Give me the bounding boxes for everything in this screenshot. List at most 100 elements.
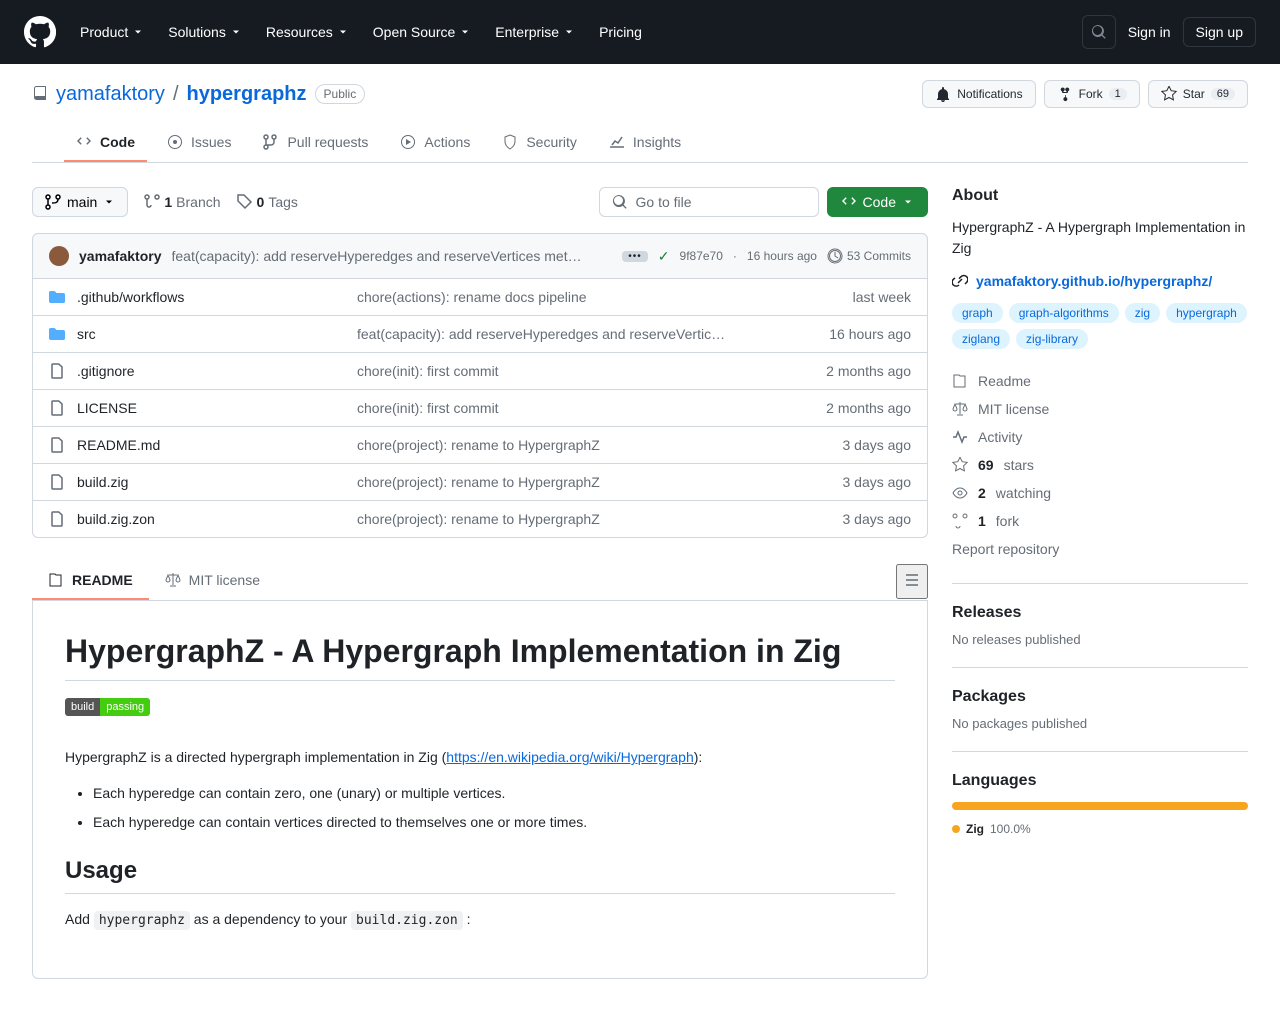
releases-section: Releases No releases published — [952, 583, 1248, 647]
notifications-button[interactable]: Notifications — [922, 80, 1035, 108]
branches-link[interactable]: 1 Branch — [144, 194, 220, 210]
file-commit-msg[interactable]: chore(project): rename to HypergraphZ — [357, 437, 843, 453]
activity-link[interactable]: Activity — [952, 423, 1248, 451]
file-date: 2 months ago — [826, 363, 911, 379]
file-date: 3 days ago — [843, 511, 912, 527]
packages-section: Packages No packages published — [952, 667, 1248, 731]
nav-open-source[interactable]: Open Source — [365, 16, 480, 48]
dir-icon — [49, 326, 65, 342]
topic-tag[interactable]: ziglang — [952, 329, 1010, 349]
file-commit-msg[interactable]: chore(init): first commit — [357, 400, 826, 416]
tab-code[interactable]: Code — [64, 124, 147, 162]
file-name[interactable]: build.zig — [77, 474, 357, 490]
file-table: .github/workflows chore(actions): rename… — [32, 279, 928, 538]
avatar[interactable] — [49, 246, 69, 266]
file-row[interactable]: .gitignore chore(init): first commit 2 m… — [33, 352, 927, 389]
file-name[interactable]: src — [77, 326, 357, 342]
file-name[interactable]: build.zig.zon — [77, 511, 357, 527]
commit-message[interactable]: feat(capacity): add reserveHyperedges an… — [172, 248, 613, 264]
file-icon — [49, 511, 65, 527]
file-date: 2 months ago — [826, 400, 911, 416]
branch-selector[interactable]: main — [32, 187, 128, 217]
star-button[interactable]: Star 69 — [1148, 80, 1248, 108]
usage-heading: Usage — [65, 857, 895, 894]
tab-issues[interactable]: Issues — [155, 124, 243, 162]
commit-ellipsis[interactable]: ••• — [622, 251, 648, 262]
tab-security[interactable]: Security — [490, 124, 589, 162]
file-name[interactable]: .gitignore — [77, 363, 357, 379]
commit-author[interactable]: yamafaktory — [79, 248, 162, 264]
topic-tag[interactable]: graph — [952, 303, 1003, 323]
file-row[interactable]: README.md chore(project): rename to Hype… — [33, 426, 927, 463]
readme-title: HypergraphZ - A Hypergraph Implementatio… — [65, 633, 895, 681]
repo-name-link[interactable]: hypergraphz — [187, 83, 307, 106]
file-row[interactable]: LICENSE chore(init): first commit 2 mont… — [33, 389, 927, 426]
file-name[interactable]: LICENSE — [77, 400, 357, 416]
wikipedia-link[interactable]: https://en.wikipedia.org/wiki/Hypergraph — [446, 749, 693, 765]
sign-up-button[interactable]: Sign up — [1183, 17, 1256, 47]
readme-link[interactable]: Readme — [952, 367, 1248, 395]
report-link[interactable]: Report repository — [952, 535, 1248, 563]
fork-button[interactable]: Fork 1 — [1044, 80, 1140, 108]
code-dropdown-button[interactable]: Code — [827, 187, 928, 217]
file-commit-msg[interactable]: chore(init): first commit — [357, 363, 826, 379]
github-logo[interactable] — [24, 16, 56, 48]
nav-solutions[interactable]: Solutions — [160, 16, 250, 48]
file-row[interactable]: build.zig chore(project): rename to Hype… — [33, 463, 927, 500]
file-date: 3 days ago — [843, 474, 912, 490]
commit-time: 16 hours ago — [747, 249, 817, 263]
toc-button[interactable] — [896, 564, 928, 599]
file-row[interactable]: src feat(capacity): add reserveHyperedge… — [33, 315, 927, 352]
language-bar[interactable] — [952, 802, 1248, 810]
license-tab[interactable]: MIT license — [149, 562, 276, 600]
file-row[interactable]: build.zig.zon chore(project): rename to … — [33, 500, 927, 537]
file-commit-msg[interactable]: feat(capacity): add reserveHyperedges an… — [357, 326, 829, 342]
readme-content: HypergraphZ - A Hypergraph Implementatio… — [32, 601, 928, 979]
topic-tag[interactable]: graph-algorithms — [1009, 303, 1119, 323]
commit-sha[interactable]: 9f87e70 — [680, 249, 723, 263]
watching-link[interactable]: 2 watching — [952, 479, 1248, 507]
license-link[interactable]: MIT license — [952, 395, 1248, 423]
build-badge[interactable]: buildpassing — [65, 698, 150, 716]
go-to-file-input[interactable]: Go to file — [599, 187, 819, 217]
commits-link[interactable]: 53 Commits — [827, 248, 911, 264]
lang-dot-icon — [952, 825, 960, 833]
tab-pull-requests[interactable]: Pull requests — [251, 124, 380, 162]
language-zig[interactable]: Zig 100.0% — [952, 822, 1248, 836]
latest-commit-bar: yamafaktory feat(capacity): add reserveH… — [32, 233, 928, 279]
nav-pricing[interactable]: Pricing — [591, 16, 650, 48]
file-icon — [49, 363, 65, 379]
topics: graph graph-algorithms zig hypergraph ziglan… — [952, 303, 1248, 349]
repo-description: HypergraphZ - A Hypergraph Implementatio… — [952, 217, 1248, 259]
file-date: last week — [853, 289, 911, 305]
tags-link[interactable]: 0 Tags — [237, 194, 298, 210]
repo-tabs: Code Issues Pull requests Actions Securi… — [32, 124, 1248, 163]
readme-tab[interactable]: README — [32, 562, 149, 600]
tab-actions[interactable]: Actions — [388, 124, 482, 162]
file-row[interactable]: .github/workflows chore(actions): rename… — [33, 279, 927, 315]
file-commit-msg[interactable]: chore(project): rename to HypergraphZ — [357, 511, 843, 527]
repo-owner-link[interactable]: yamafaktory — [56, 83, 165, 106]
file-commit-msg[interactable]: chore(actions): rename docs pipeline — [357, 289, 853, 305]
topic-tag[interactable]: hypergraph — [1166, 303, 1247, 323]
sign-in-link[interactable]: Sign in — [1128, 24, 1171, 40]
file-name[interactable]: .github/workflows — [77, 289, 357, 305]
nav-resources[interactable]: Resources — [258, 16, 357, 48]
nav-product[interactable]: Product — [72, 16, 152, 48]
search-button[interactable] — [1082, 15, 1116, 49]
nav-enterprise[interactable]: Enterprise — [487, 16, 583, 48]
fork-count: 1 — [1109, 88, 1127, 100]
stars-link[interactable]: 69 stars — [952, 451, 1248, 479]
check-icon[interactable]: ✓ — [658, 248, 670, 265]
file-date: 16 hours ago — [829, 326, 911, 342]
file-commit-msg[interactable]: chore(project): rename to HypergraphZ — [357, 474, 843, 490]
forks-link[interactable]: 1 fork — [952, 507, 1248, 535]
topic-tag[interactable]: zig-library — [1016, 329, 1088, 349]
file-name[interactable]: README.md — [77, 437, 357, 453]
topic-tag[interactable]: zig — [1125, 303, 1160, 323]
star-count: 69 — [1211, 88, 1235, 100]
tab-insights[interactable]: Insights — [597, 124, 693, 162]
file-date: 3 days ago — [843, 437, 912, 453]
homepage-link[interactable]: yamafaktory.github.io/hypergraphz/ — [976, 273, 1212, 289]
about-section: About HypergraphZ - A Hypergraph Impleme… — [952, 187, 1248, 563]
